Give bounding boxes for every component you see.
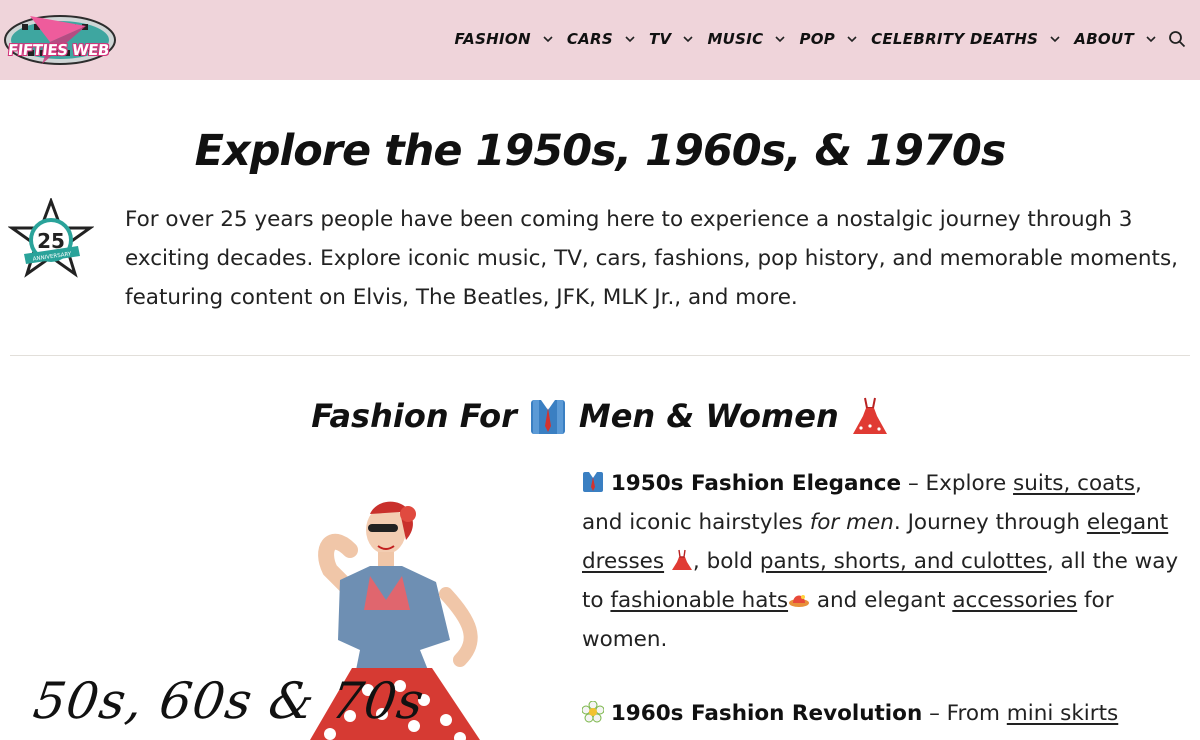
section-divider [10,355,1190,356]
search-icon[interactable] [1168,30,1186,48]
site-header: FIFTIES WEB FASHION CARS TV MUSIC POP CE… [0,0,1200,80]
chevron-down-icon[interactable] [683,34,694,44]
text: and elegant [810,588,953,613]
flower-icon [582,701,604,723]
link-pants-shorts-culottes[interactable]: pants, shorts, and culottes [760,549,1047,574]
dress-icon [671,549,692,570]
heading-1950s: 1950s Fashion Elegance [610,471,902,496]
site-logo[interactable]: FIFTIES WEB [2,12,118,68]
nav-item-pop[interactable]: POP [799,30,857,48]
anniversary-badge-icon: 25 ANNIVERSARY [8,198,94,278]
logo-text: FIFTIES WEB [7,41,110,59]
nav-item-music[interactable]: MUSIC [707,30,786,48]
shirt-icon [530,400,565,434]
section-title-part: Men & Women [578,397,839,435]
chevron-down-icon[interactable] [543,34,553,44]
link-accessories[interactable]: accessories [952,588,1077,613]
logo-graphic [4,15,116,65]
main-nav: FASHION CARS TV MUSIC POP CELEBRITY DEAT… [441,27,1186,51]
fashion-text-column: 1950s Fashion Elegance – Explore suits, … [582,464,1182,740]
chevron-down-icon[interactable] [1146,34,1156,44]
link-fashionable-hats[interactable]: fashionable hats [610,588,788,613]
nav-label: POP [799,30,836,48]
image-caption: 50s, 60s & 70s [29,672,429,730]
nav-item-tv[interactable]: TV [648,30,694,48]
section-title-part: Fashion For [311,397,517,435]
shirt-icon [583,472,603,492]
nav-item-fashion[interactable]: FASHION [455,30,553,48]
intro-paragraph: For over 25 years people have been comin… [125,207,1178,310]
chevron-down-icon[interactable] [625,34,635,44]
nav-item-cars[interactable]: CARS [567,30,635,48]
paragraph-1950s: 1950s Fashion Elegance – Explore suits, … [582,464,1182,659]
text: – Explore [901,471,1014,496]
chevron-down-icon[interactable] [775,34,786,44]
nav-item-celebrity-deaths[interactable]: CELEBRITY DEATHS [871,30,1060,48]
emphasis-for-men: for men [809,510,894,535]
nav-label: ABOUT [1074,30,1134,48]
link-suits-coats[interactable]: suits, coats [1013,471,1135,496]
nav-label: CELEBRITY DEATHS [871,30,1039,48]
nav-label: FASHION [454,30,531,48]
text: – From [922,701,1007,726]
nav-label: TV [648,30,672,48]
chevron-down-icon[interactable] [847,34,857,44]
chevron-down-icon[interactable] [1050,34,1060,44]
dress-icon [852,397,887,434]
hat-icon [789,595,810,607]
text: , bold [692,549,760,574]
page-title: Explore the 1950s, 1960s, & 1970s [194,126,1007,176]
text: . Journey through [893,510,1087,535]
paragraph-1960s: 1960s Fashion Revolution – From mini ski… [582,694,1182,733]
nav-item-about[interactable]: ABOUT [1074,30,1156,48]
nav-label: CARS [566,30,613,48]
link-mini-skirts[interactable]: mini skirts [1007,701,1118,726]
section-title-fashion: Fashion For Men & Women [0,396,1200,436]
heading-1960s: 1960s Fashion Revolution [610,701,923,726]
nav-label: MUSIC [707,30,764,48]
